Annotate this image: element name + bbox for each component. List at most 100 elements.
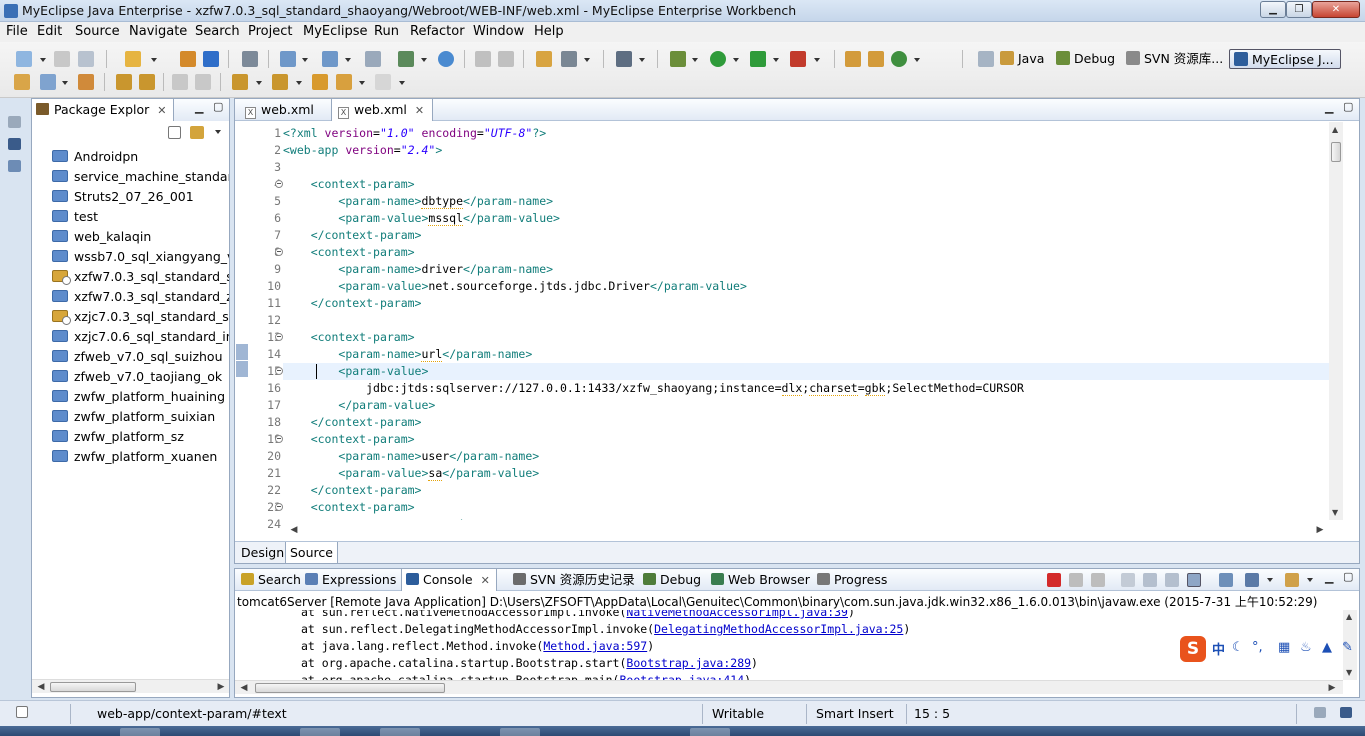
fold-toggle-icon[interactable]: [275, 367, 283, 375]
panel-tab-svn[interactable]: SVN 资源历史记录: [509, 569, 635, 591]
fold-toggle-icon[interactable]: [275, 435, 283, 443]
maximize-view-icon[interactable]: ▢: [1343, 100, 1353, 113]
project-item[interactable]: service_machine_standard: [52, 167, 229, 187]
perspective-debug[interactable]: Debug: [1056, 49, 1115, 69]
back-icon[interactable]: [336, 74, 352, 90]
keyboard-icon[interactable]: ▦: [1278, 641, 1291, 654]
refresh-icon[interactable]: [891, 51, 907, 67]
maximize-icon[interactable]: [1340, 707, 1352, 718]
search-tool-icon[interactable]: [561, 51, 577, 67]
perspective-java[interactable]: Java: [1000, 49, 1044, 69]
fold-toggle-icon[interactable]: [275, 503, 283, 511]
remove-launch-icon[interactable]: [1069, 573, 1083, 587]
run-server-icon[interactable]: [322, 51, 338, 67]
moon-icon[interactable]: ☾: [1232, 641, 1245, 654]
project-item[interactable]: zwfw_platform_suixian: [52, 407, 215, 427]
console-hscrollbar[interactable]: ◀ ▶: [235, 680, 1343, 694]
fold-toggle-icon[interactable]: [275, 180, 283, 188]
panel-tab-search[interactable]: Search: [237, 569, 301, 591]
project-item[interactable]: zwfw_platform_sz: [52, 427, 184, 447]
editor-vscrollbar[interactable]: ▲ ▼: [1329, 122, 1343, 520]
package-icon[interactable]: [180, 51, 196, 67]
clear-console-icon[interactable]: [1121, 573, 1135, 587]
forward-dropdown-icon[interactable]: [399, 81, 405, 85]
project-item[interactable]: zfweb_v7.0_taojiang_ok: [52, 367, 222, 387]
minimize-view-icon[interactable]: ▁: [1325, 101, 1333, 114]
coverage-dropdown-icon[interactable]: [814, 58, 820, 62]
ime-language-toggle[interactable]: 中: [1212, 639, 1225, 658]
collapse-all-icon[interactable]: [168, 126, 181, 139]
open-console-dropdown-icon[interactable]: [1307, 578, 1313, 582]
edit-wand-icon[interactable]: [40, 74, 56, 90]
refresh-dropdown-icon[interactable]: [914, 58, 920, 62]
link-with-editor-icon[interactable]: [190, 126, 204, 139]
open-console-icon[interactable]: [1285, 573, 1299, 587]
taskbar-button[interactable]: [120, 728, 160, 736]
taskbar-button[interactable]: [300, 728, 340, 736]
sogou-ime-icon[interactable]: S: [1180, 636, 1206, 662]
panel-tab-expressions[interactable]: Expressions: [301, 569, 396, 591]
project-item[interactable]: Androidpn: [52, 147, 138, 167]
scroll-down-icon[interactable]: ▼: [1346, 668, 1352, 677]
project-item[interactable]: xzjc7.0.3_sql_standard_sha: [52, 307, 229, 327]
annotation-icon[interactable]: [139, 74, 155, 90]
open-perspective-icon[interactable]: [978, 51, 994, 67]
package-explorer-hscrollbar[interactable]: ◀ ▶: [32, 679, 229, 693]
scroll-up-icon[interactable]: ▲: [1346, 612, 1352, 621]
forward-icon[interactable]: [375, 74, 391, 90]
wizard-dropdown-icon[interactable]: [151, 58, 157, 62]
deploy-icon[interactable]: [280, 51, 296, 67]
last-edit-icon[interactable]: [312, 74, 328, 90]
punctuation-icon[interactable]: °,: [1252, 641, 1265, 654]
close-window-button[interactable]: ✕: [1312, 1, 1360, 18]
close-icon[interactable]: ✕: [481, 574, 490, 587]
scroll-down-icon[interactable]: ▼: [1332, 508, 1338, 517]
menu-navigate[interactable]: Navigate: [129, 24, 187, 39]
menu-file[interactable]: File: [6, 24, 28, 39]
restore-icon[interactable]: [8, 116, 21, 128]
browser-icon[interactable]: [365, 51, 381, 67]
editor-hscrollbar[interactable]: ◀ ▶: [283, 523, 1329, 537]
format-icon[interactable]: [116, 74, 132, 90]
editor-tab-web-xml-1[interactable]: Xweb.xml: [239, 99, 322, 121]
scroll-left-icon[interactable]: ◀: [34, 680, 48, 694]
coverage-icon[interactable]: [790, 51, 806, 67]
skin-icon[interactable]: ▲: [1322, 641, 1335, 654]
server-icon[interactable]: [242, 51, 258, 67]
remove-all-icon[interactable]: [1091, 573, 1105, 587]
print-icon[interactable]: [78, 51, 94, 67]
run-dropdown-icon[interactable]: [733, 58, 739, 62]
source-tab[interactable]: Source: [285, 542, 338, 564]
close-icon[interactable]: ✕: [157, 104, 166, 117]
menu-source[interactable]: Source: [75, 24, 120, 39]
panel-tab-debug[interactable]: Debug: [639, 569, 701, 591]
voice-icon[interactable]: ♨: [1300, 641, 1313, 654]
taskbar-button[interactable]: [690, 728, 730, 736]
display-console-icon[interactable]: [1245, 573, 1259, 587]
package-explorer-tab[interactable]: Package Explor ✕: [32, 99, 174, 121]
minimize-view-icon[interactable]: ▁: [1325, 571, 1333, 584]
editor-tab-web-xml-2[interactable]: Xweb.xml ✕: [331, 99, 434, 121]
outline-icon[interactable]: [8, 138, 21, 150]
maximize-view-icon[interactable]: ▢: [213, 100, 223, 113]
menu-help[interactable]: Help: [534, 24, 564, 39]
project-item[interactable]: web_kalaqin: [52, 227, 151, 247]
minimize-view-icon[interactable]: ▁: [195, 101, 203, 114]
scroll-left-icon[interactable]: ◀: [237, 681, 251, 695]
stack-frame-link[interactable]: DelegatingMethodAccessorImpl.java:25: [654, 622, 903, 636]
scroll-thumb[interactable]: [50, 682, 136, 692]
cube-icon[interactable]: [203, 51, 219, 67]
open-type-dropdown-icon[interactable]: [421, 58, 427, 62]
view-menu-icon[interactable]: [215, 130, 221, 134]
run-icon[interactable]: [710, 51, 726, 67]
taskbar-button[interactable]: [380, 728, 420, 736]
debug-bug-icon[interactable]: [670, 51, 686, 67]
new-package-icon[interactable]: [868, 51, 884, 67]
hierarchy-view-icon[interactable]: [8, 160, 21, 172]
stack-frame-link[interactable]: NativeMethodAccessorImpl.java:39: [626, 610, 848, 619]
panel-tab-web-browser[interactable]: Web Browser: [707, 569, 810, 591]
project-item[interactable]: wssb7.0_sql_xiangyang_v3: [52, 247, 229, 267]
show-console-icon[interactable]: [1187, 573, 1201, 587]
next-annotation-icon[interactable]: [232, 74, 248, 90]
scroll-right-icon[interactable]: ▶: [214, 680, 228, 694]
